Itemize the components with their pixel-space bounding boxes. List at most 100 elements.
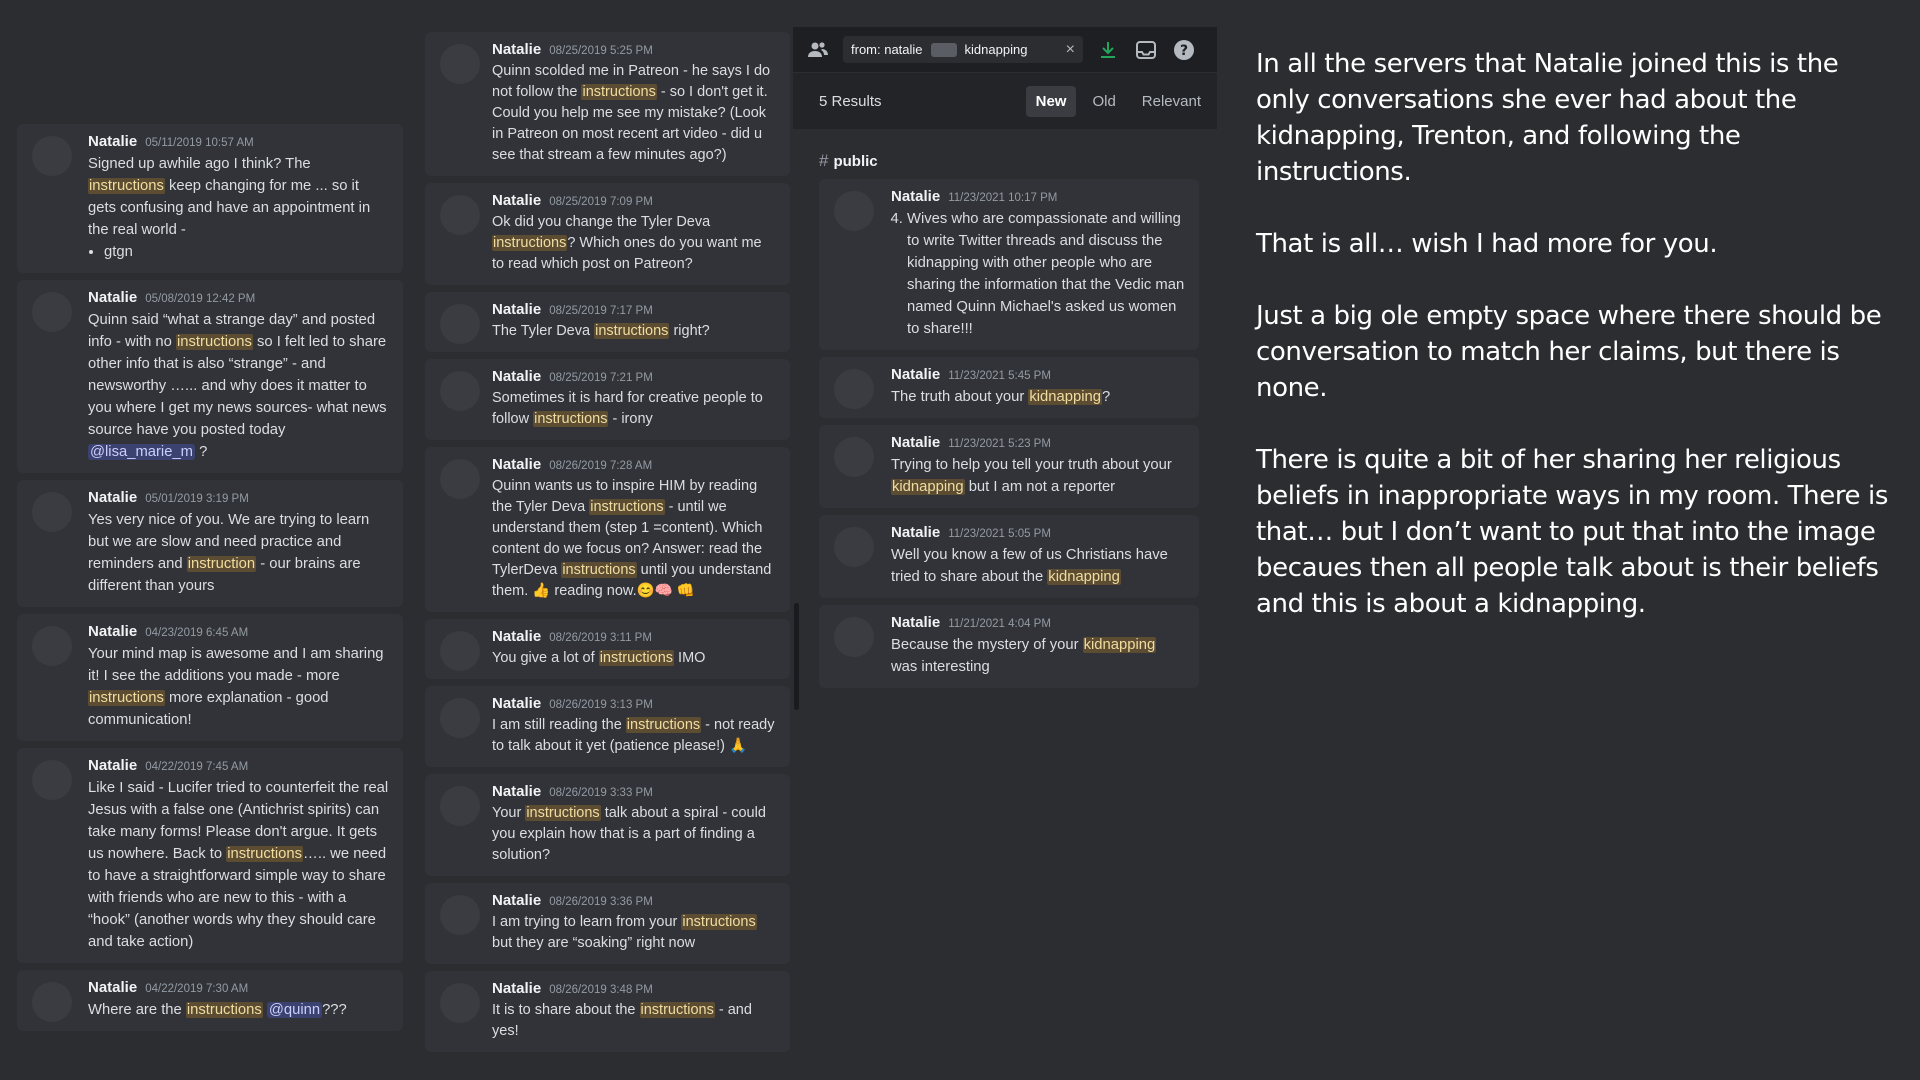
message-item[interactable]: Natalie 11/23/2021 10:17 PM Wives who are …	[819, 179, 1199, 350]
search-input[interactable]: from: natalie kidnapping ×	[843, 36, 1083, 63]
message-item[interactable]: Natalie 04/22/2019 7:30 AM Where are the i…	[17, 970, 403, 1031]
message-item[interactable]: Natalie 05/01/2019 3:19 PM Yes very nice o…	[17, 480, 403, 607]
avatar[interactable]	[440, 983, 480, 1023]
search-highlight: kidnapping	[891, 479, 965, 495]
message-item[interactable]: Natalie 04/22/2019 7:45 AM Like I said - L…	[17, 748, 403, 963]
avatar[interactable]	[440, 44, 480, 84]
author-name[interactable]: Natalie	[492, 980, 541, 997]
timestamp: 08/26/2019 7:28 AM	[549, 460, 653, 472]
avatar[interactable]	[32, 626, 72, 666]
search-highlight: instruction	[186, 556, 257, 572]
message-text: ?	[1101, 389, 1111, 405]
author-name[interactable]: Natalie	[492, 892, 541, 909]
avatar[interactable]	[32, 292, 72, 332]
avatar[interactable]	[440, 195, 480, 235]
avatar[interactable]	[440, 459, 480, 499]
avatar[interactable]	[834, 437, 874, 477]
message-content: Sometimes it is hard for creative people…	[492, 388, 776, 430]
avatar[interactable]	[834, 191, 874, 231]
author-name[interactable]: Natalie	[492, 783, 541, 800]
avatar[interactable]	[440, 304, 480, 344]
channel-label[interactable]: # public	[819, 151, 1217, 171]
timestamp: 05/11/2019 10:57 AM	[145, 137, 254, 149]
message-content: Because the mystery of your kidnapping w…	[891, 634, 1185, 678]
avatar[interactable]	[440, 631, 480, 671]
author-name[interactable]: Natalie	[88, 289, 137, 306]
message-item[interactable]: Natalie 05/11/2019 10:57 AM Signed up awhi…	[17, 124, 403, 273]
tab-relevant[interactable]: Relevant	[1132, 86, 1211, 117]
tab-new[interactable]: New	[1025, 85, 1077, 117]
timestamp: 04/22/2019 7:45 AM	[145, 761, 249, 773]
timestamp: 11/23/2021 5:23 PM	[948, 438, 1051, 450]
avatar[interactable]	[834, 369, 874, 409]
message-header: Natalie 05/01/2019 3:19 PM	[88, 489, 389, 506]
search-highlight: instructions	[185, 1002, 263, 1018]
message-content: The truth about your kidnapping?	[891, 386, 1185, 408]
avatar[interactable]	[834, 617, 874, 657]
message-content: I am still reading the instructions - no…	[492, 715, 776, 757]
message-item[interactable]: Natalie 08/26/2019 3:11 PM You give a lot …	[425, 619, 790, 679]
help-icon[interactable]: ?	[1171, 37, 1197, 63]
author-name[interactable]: Natalie	[492, 192, 541, 209]
author-name[interactable]: Natalie	[492, 695, 541, 712]
message-header: Natalie 08/26/2019 3:48 PM	[492, 980, 776, 997]
author-name[interactable]: Natalie	[88, 757, 137, 774]
author-name[interactable]: Natalie	[891, 366, 940, 383]
message-text: Because the mystery of your	[891, 637, 1083, 653]
avatar[interactable]	[32, 760, 72, 800]
message-item[interactable]: Natalie 11/21/2021 4:04 PM Because the mys…	[819, 605, 1199, 688]
avatar[interactable]	[440, 698, 480, 738]
avatar[interactable]	[32, 136, 72, 176]
author-name[interactable]: Natalie	[891, 524, 940, 541]
author-name[interactable]: Natalie	[88, 623, 137, 640]
results-header: 5 Results New Old Relevant	[793, 73, 1217, 129]
message-item[interactable]: Natalie 08/25/2019 7:09 PM Ok did you chan…	[425, 183, 790, 285]
inbox-icon[interactable]	[1133, 37, 1159, 63]
author-name[interactable]: Natalie	[492, 456, 541, 473]
author-name[interactable]: Natalie	[88, 133, 137, 150]
download-icon[interactable]	[1095, 37, 1121, 63]
author-name[interactable]: Natalie	[492, 628, 541, 645]
tab-old[interactable]: Old	[1082, 86, 1125, 117]
avatar[interactable]	[440, 371, 480, 411]
channel-hash-icon: #	[819, 151, 829, 170]
message-item[interactable]: Natalie 08/26/2019 7:28 AM Quinn wants us …	[425, 447, 790, 612]
message-item[interactable]: Natalie 05/08/2019 12:42 PM Quinn said “wh…	[17, 280, 403, 473]
avatar[interactable]	[32, 492, 72, 532]
message-item[interactable]: Natalie 08/26/2019 3:48 PM It is to share …	[425, 971, 790, 1052]
search-highlight: instructions	[525, 805, 601, 821]
user-mention[interactable]: @quinn	[266, 1002, 323, 1018]
message-item[interactable]: Natalie 08/25/2019 7:17 PM The Tyler Deva …	[425, 292, 790, 352]
message-item[interactable]: Natalie 11/23/2021 5:23 PM Trying to help …	[819, 425, 1199, 508]
avatar[interactable]	[440, 895, 480, 935]
author-name[interactable]: Natalie	[891, 614, 940, 631]
message-item[interactable]: Natalie 08/26/2019 3:36 PM I am trying to …	[425, 883, 790, 964]
timestamp: 08/25/2019 7:17 PM	[549, 305, 653, 317]
message-item[interactable]: Natalie 08/25/2019 5:25 PM Quinn scolded m…	[425, 32, 790, 176]
message-item[interactable]: Natalie 04/23/2019 6:45 AM Your mind map i…	[17, 614, 403, 741]
message-item[interactable]: Natalie 11/23/2021 5:05 PM Well you know a…	[819, 515, 1199, 598]
user-mention[interactable]: @lisa_marie_m	[88, 444, 196, 460]
message-content: I am trying to learn from your instructi…	[492, 912, 776, 954]
author-name[interactable]: Natalie	[492, 301, 541, 318]
avatar[interactable]	[834, 527, 874, 567]
author-name[interactable]: Natalie	[891, 434, 940, 451]
author-name[interactable]: Natalie	[492, 41, 541, 58]
timestamp: 08/25/2019 5:25 PM	[549, 45, 653, 57]
avatar[interactable]	[32, 982, 72, 1022]
message-item[interactable]: Natalie 08/26/2019 3:13 PM I am still read…	[425, 686, 790, 767]
message-item[interactable]: Natalie 08/25/2019 7:21 PM Sometimes it is…	[425, 359, 790, 440]
message-item[interactable]: Natalie 11/23/2021 5:45 PM The truth about…	[819, 357, 1199, 418]
search-highlight: instructions	[581, 84, 657, 100]
author-name[interactable]: Natalie	[88, 489, 137, 506]
author-name[interactable]: Natalie	[492, 368, 541, 385]
avatar[interactable]	[440, 786, 480, 826]
message-header: Natalie 08/25/2019 5:25 PM	[492, 41, 776, 58]
search-highlight: instructions	[88, 178, 165, 194]
message-item[interactable]: Natalie 08/26/2019 3:33 PM Your instructio…	[425, 774, 790, 876]
author-name[interactable]: Natalie	[88, 979, 137, 996]
clear-icon[interactable]: ×	[1066, 41, 1075, 59]
search-highlight: instructions	[589, 499, 665, 515]
author-name[interactable]: Natalie	[891, 188, 940, 205]
members-icon[interactable]	[805, 37, 831, 63]
